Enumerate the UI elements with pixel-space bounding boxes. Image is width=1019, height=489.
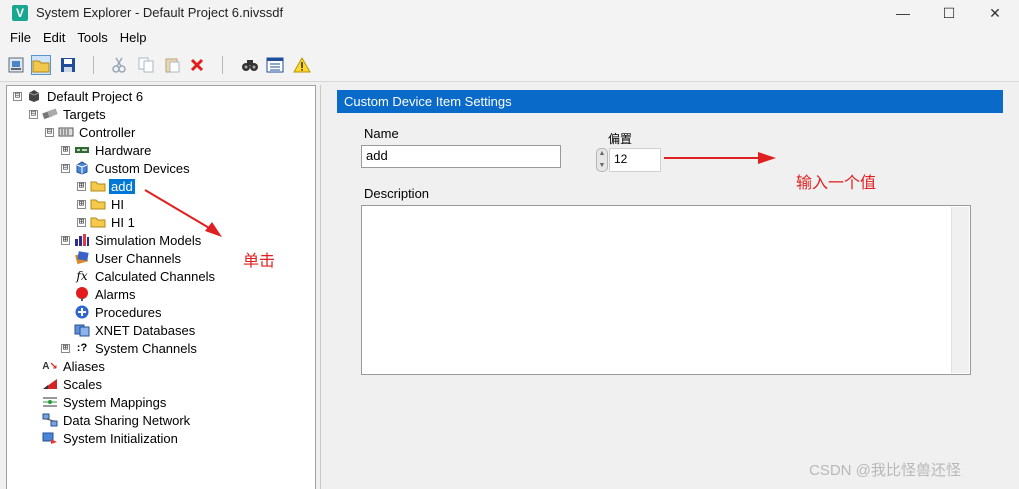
- annotation-input-value: 输入一个值: [796, 175, 877, 192]
- watermark: CSDN @我比怪兽还怪: [809, 462, 961, 479]
- annotation-arrows: [144, 152, 776, 237]
- annotation-click: 单击: [243, 253, 276, 270]
